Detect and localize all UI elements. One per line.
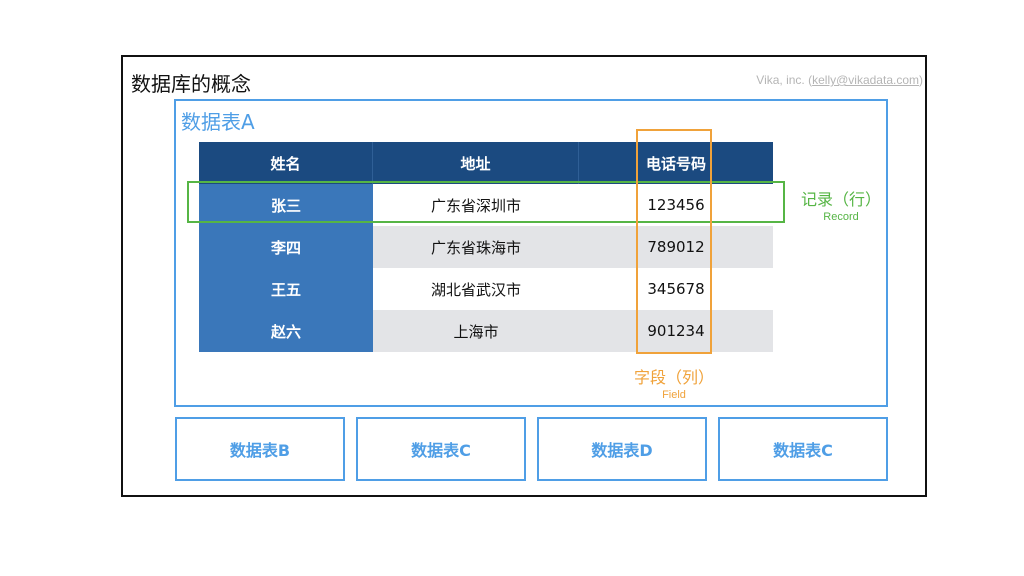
header-name: 姓名 (199, 142, 373, 184)
record-label-en: Record (823, 211, 859, 223)
record-label: 记录（行） Record (800, 186, 882, 223)
field-label-en: Field (662, 389, 686, 401)
diagram-title: 数据库的概念 (131, 72, 251, 96)
header-address: 地址 (373, 142, 579, 184)
field-highlight-box (636, 129, 712, 354)
cell-name: 李四 (199, 226, 373, 268)
field-label-zh: 字段（列） (633, 368, 714, 387)
table-d-box: 数据表D (537, 417, 707, 481)
cell-name: 赵六 (199, 310, 373, 352)
record-label-zh: 记录（行） (800, 190, 881, 209)
credit-email-link[interactable]: kelly@vikadata.com (812, 73, 919, 87)
table-c-box: 数据表C (356, 417, 526, 481)
credit-suffix: ) (919, 73, 923, 87)
cell-name: 王五 (199, 268, 373, 310)
table-b-box: 数据表B (175, 417, 345, 481)
field-label: 字段（列） Field (622, 364, 726, 401)
table-c2-box: 数据表C (718, 417, 888, 481)
credit-text: Vika, inc. (kelly@vikadata.com) (756, 73, 923, 87)
cell-address: 广东省珠海市 (373, 226, 579, 268)
cell-address: 上海市 (373, 310, 579, 352)
cell-address: 湖北省武汉市 (373, 268, 579, 310)
table-a-title: 数据表A (181, 110, 255, 134)
credit-prefix: Vika, inc. ( (756, 73, 813, 87)
